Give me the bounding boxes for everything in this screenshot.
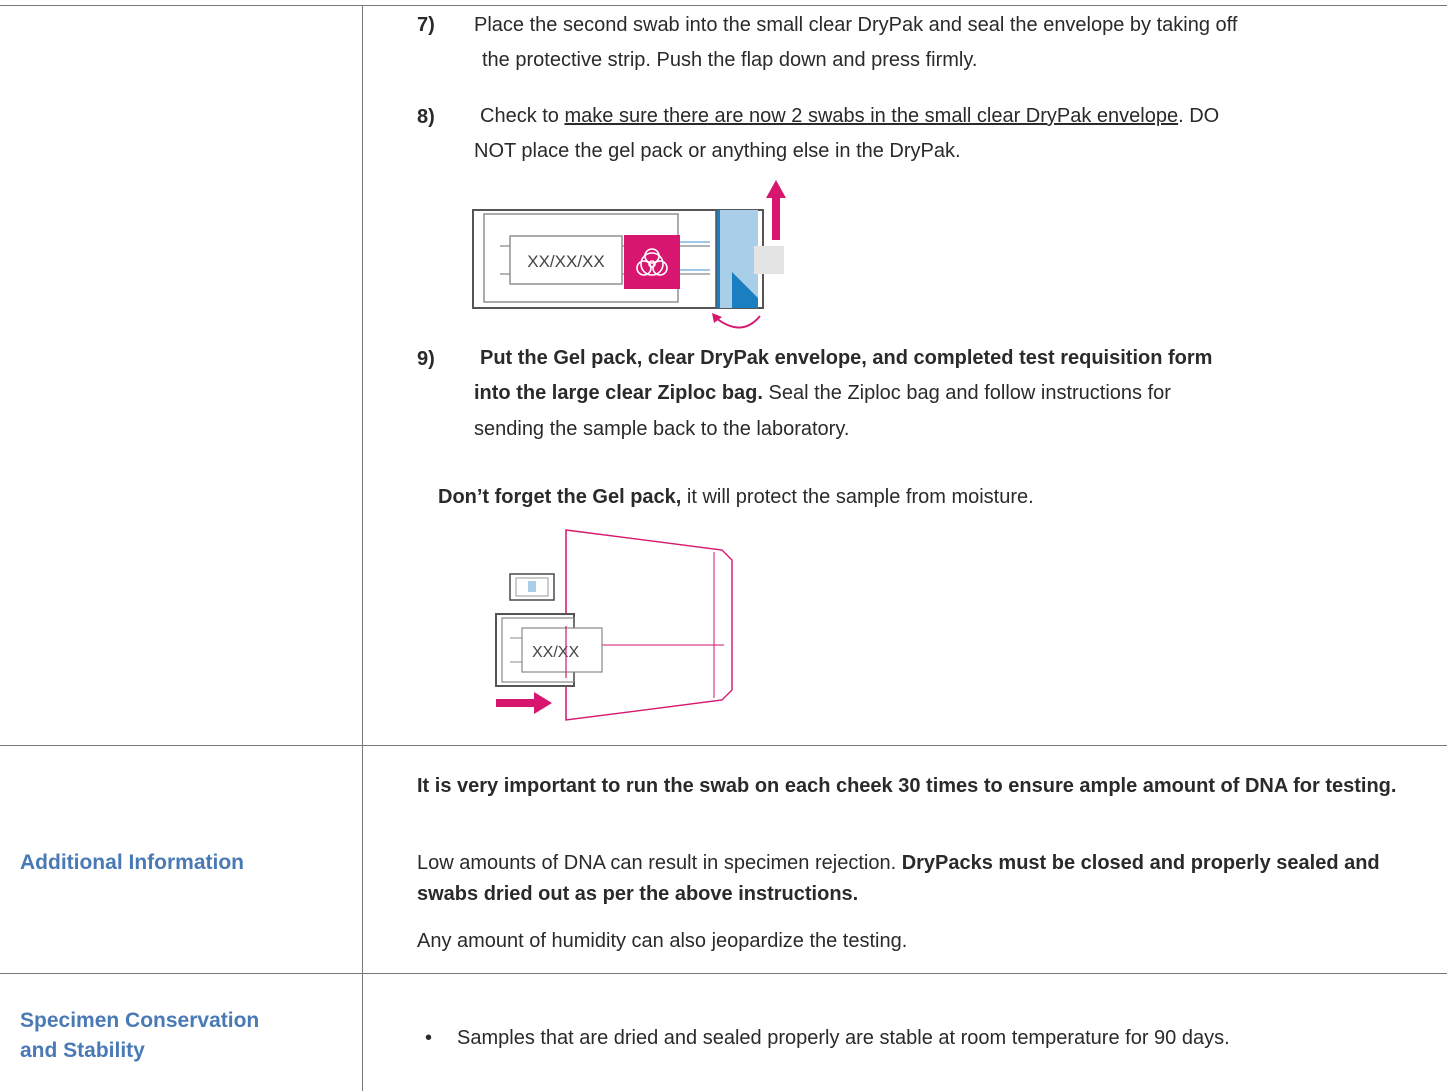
drypak-date-label: XX/XX/XX: [527, 252, 604, 271]
up-arrow-icon: [766, 180, 786, 240]
right-arrow-icon: [496, 692, 552, 714]
curved-arrow-icon: [712, 313, 761, 329]
specimen-label: Specimen Conservation and Stability: [20, 1006, 259, 1066]
row-divider-1: [0, 745, 1447, 746]
reminder-rest: it will protect the sample from moisture…: [681, 486, 1034, 508]
gel-pack-reminder: Don’t forget the Gel pack, it will prote…: [438, 482, 1034, 513]
additional-info-p2: Low amounts of DNA can result in specime…: [417, 848, 1427, 910]
additional-info-p1: It is very important to run the swab on …: [417, 775, 1397, 797]
step-8-pre: Check to: [480, 105, 565, 127]
step-8-line-1: Check to make sure there are now 2 swabs…: [480, 101, 1219, 132]
step-9-line-1: Put the Gel pack, clear DryPak envelope,…: [480, 347, 1213, 369]
step-9-line-3: sending the sample back to the laborator…: [474, 418, 850, 440]
specimen-text: Samples that are dried and sealed proper…: [457, 1027, 1230, 1049]
step-8-underlined: make sure there are now 2 swabs in the s…: [564, 105, 1179, 127]
specimen-label-line-1: Specimen Conservation: [20, 1009, 260, 1032]
envelope-date-label: XX/XX: [532, 644, 579, 661]
specimen-label-line-2: and Stability: [20, 1039, 145, 1062]
table-top-border: [0, 5, 1447, 6]
additional-p2-pre: Low amounts of DNA can result in specime…: [417, 852, 902, 874]
step-8-post: . DO: [1178, 105, 1220, 127]
column-divider: [362, 5, 363, 1091]
step-9-line-2-rest: Seal the Ziploc bag and follow instructi…: [762, 382, 1171, 404]
specimen-bullet: •: [425, 1027, 433, 1049]
step-9-line-2: into the large clear Ziploc bag. Seal th…: [474, 378, 1171, 409]
step-7-line-2: the protective strip. Push the flap down…: [482, 49, 978, 71]
step-8-line-2: NOT place the gel pack or anything else …: [474, 140, 961, 162]
step-9-line-2-bold: into the large clear Ziploc bag.: [474, 382, 763, 404]
drypak-illustration: XX/XX/XX: [472, 180, 786, 329]
step-7-number: 7): [417, 14, 435, 36]
step-9-number: 9): [417, 348, 435, 370]
step-7-line-1: Place the second swab into the small cle…: [474, 14, 1238, 36]
step-8-number: 8): [417, 106, 435, 128]
row-divider-2: [0, 973, 1447, 974]
additional-info-label: Additional Information: [20, 851, 244, 874]
additional-info-p3: Any amount of humidity can also jeopardi…: [417, 930, 908, 952]
reminder-bold: Don’t forget the Gel pack,: [438, 486, 682, 508]
ziploc-envelope-illustration: XX/XX: [495, 529, 733, 721]
